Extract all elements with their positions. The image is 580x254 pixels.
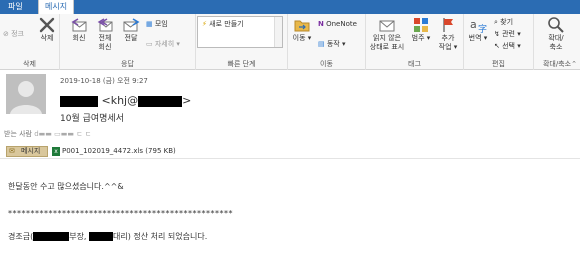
- reply-all-button[interactable]: 전체 회신: [94, 16, 116, 52]
- to-value[interactable]: d▬▬ ▭▬▬ ㄷ ㄷ: [34, 130, 91, 138]
- onenote-icon: N: [318, 20, 324, 28]
- select-icon: ↖: [494, 42, 500, 50]
- svg-text:a: a: [470, 18, 477, 31]
- delete-group-label: 삭제: [23, 60, 36, 68]
- svg-text:字: 字: [478, 23, 487, 34]
- message-to: 받는 사람 d▬▬ ▭▬▬ ㄷ ㄷ: [4, 129, 91, 139]
- forward-icon: [123, 18, 140, 32]
- followup-button[interactable]: 추가 작업 ▾: [436, 16, 460, 52]
- zoom-icon: [548, 17, 564, 33]
- message-tab-button[interactable]: ✉ 메시지: [6, 146, 48, 157]
- zoom-button[interactable]: 확대/ 축소: [540, 16, 572, 52]
- translate-button[interactable]: a字 번역 ▾: [466, 16, 490, 43]
- actions-icon: ▤: [318, 40, 325, 48]
- body-line-3: 경조금(부장, 대리) 정산 처리 되었습니다.: [8, 232, 208, 241]
- mark-unread-button[interactable]: 읽지 않은 상태로 표시: [368, 16, 406, 52]
- message-subject: 10월 급여명세서: [60, 114, 124, 124]
- ribbon-tabs: 파일 메시지: [0, 0, 580, 14]
- redacted-sender-name: [60, 95, 98, 107]
- forward-button[interactable]: 전달: [120, 16, 142, 43]
- meeting-icon: ▦: [146, 20, 153, 28]
- categorize-icon: [414, 18, 428, 32]
- meeting-button[interactable]: ▦ 모임: [146, 20, 168, 29]
- junk-icon: ⊘: [3, 30, 9, 38]
- delete-group: ⊘ 정크 삭제 삭제: [0, 14, 60, 70]
- move-button[interactable]: 이동 ▾: [290, 16, 314, 43]
- quick-steps-scroll[interactable]: [274, 17, 282, 47]
- reply-all-icon: [97, 18, 113, 32]
- body-separator: ****************************************…: [8, 209, 233, 218]
- translate-icon: a字: [470, 18, 487, 34]
- message-icon: ✉: [9, 147, 15, 155]
- move-group: 이동 ▾ N OneNote ▤ 동작 ▾ 이동: [288, 14, 366, 70]
- tags-group-label: 태그: [408, 60, 421, 68]
- onenote-button[interactable]: N OneNote: [318, 20, 357, 29]
- related-icon: ↯: [494, 30, 500, 38]
- avatar: [6, 74, 46, 114]
- move-icon: [294, 20, 310, 32]
- message-from[interactable]: <khj@ >: [60, 94, 191, 107]
- followup-icon: [443, 18, 453, 32]
- edit-group-label: 편집: [492, 60, 505, 68]
- actions-button[interactable]: ▤ 동작 ▾: [318, 40, 346, 49]
- reply-icon: [71, 18, 87, 32]
- delete-button[interactable]: 삭제: [36, 16, 58, 43]
- collapse-ribbon-icon[interactable]: ⌃: [571, 60, 577, 68]
- zoom-group: 확대/ 축소 확대/축소 ⌃: [534, 14, 580, 70]
- body-line-1: 한달동안 수고 많으셨습니다.^^&: [8, 182, 124, 191]
- quick-steps-gallery[interactable]: ⚡ 새로 만들기: [197, 16, 283, 48]
- avatar-icon: [10, 81, 42, 114]
- message-date: 2019-10-18 (금) 오전 9:27: [60, 77, 148, 85]
- related-button[interactable]: ↯ 관련 ▾: [494, 30, 521, 39]
- redacted-domain: [138, 95, 183, 107]
- edit-group: a字 번역 ▾ ⌕ 찾기 ↯ 관련 ▾ ↖ 선택 ▾ 편집: [464, 14, 534, 70]
- from-suffix: >: [182, 94, 192, 107]
- quick-step-icon: ⚡: [202, 20, 207, 28]
- redacted-name-2: [89, 232, 114, 241]
- redacted-name-1: [33, 232, 70, 241]
- tab-message[interactable]: 메시지: [38, 0, 75, 14]
- quick-steps-label: 빠른 단계: [227, 60, 256, 68]
- attachment-file[interactable]: x P001_102019_4472.xls (795 KB): [52, 146, 176, 157]
- tags-group: 읽지 않은 상태로 표시 범주 ▾ 추가 작업 ▾ 태그: [366, 14, 464, 70]
- to-label: 받는 사람: [4, 130, 32, 138]
- more-respond-button[interactable]: ▭ 자세히 ▾: [146, 40, 180, 49]
- reply-button[interactable]: 회신: [68, 16, 90, 43]
- ribbon: ⊘ 정크 삭제 삭제 회신 전체 회신 전달 ▦ 모임 ▭ 자세히 ▾ 응답 ⚡…: [0, 14, 580, 70]
- select-button[interactable]: ↖ 선택 ▾: [494, 42, 521, 51]
- respond-group-label: 응답: [121, 60, 134, 68]
- find-button[interactable]: ⌕ 찾기: [494, 18, 513, 27]
- delete-icon: [39, 17, 55, 33]
- quick-step-new[interactable]: ⚡ 새로 만들기: [202, 19, 244, 29]
- respond-group: 회신 전체 회신 전달 ▦ 모임 ▭ 자세히 ▾ 응답: [60, 14, 196, 70]
- from-prefix: <khj@: [101, 94, 139, 107]
- tab-file[interactable]: 파일: [2, 0, 29, 14]
- categorize-button[interactable]: 범주 ▾: [410, 16, 432, 43]
- more-icon: ▭: [146, 40, 153, 48]
- move-group-label: 이동: [320, 60, 333, 68]
- find-icon: ⌕: [494, 18, 498, 26]
- quick-steps-group: ⚡ 새로 만들기 빠른 단계: [196, 14, 288, 70]
- junk-button[interactable]: ⊘ 정크: [3, 30, 24, 39]
- unread-icon: [379, 20, 395, 32]
- excel-file-icon: x: [52, 147, 60, 156]
